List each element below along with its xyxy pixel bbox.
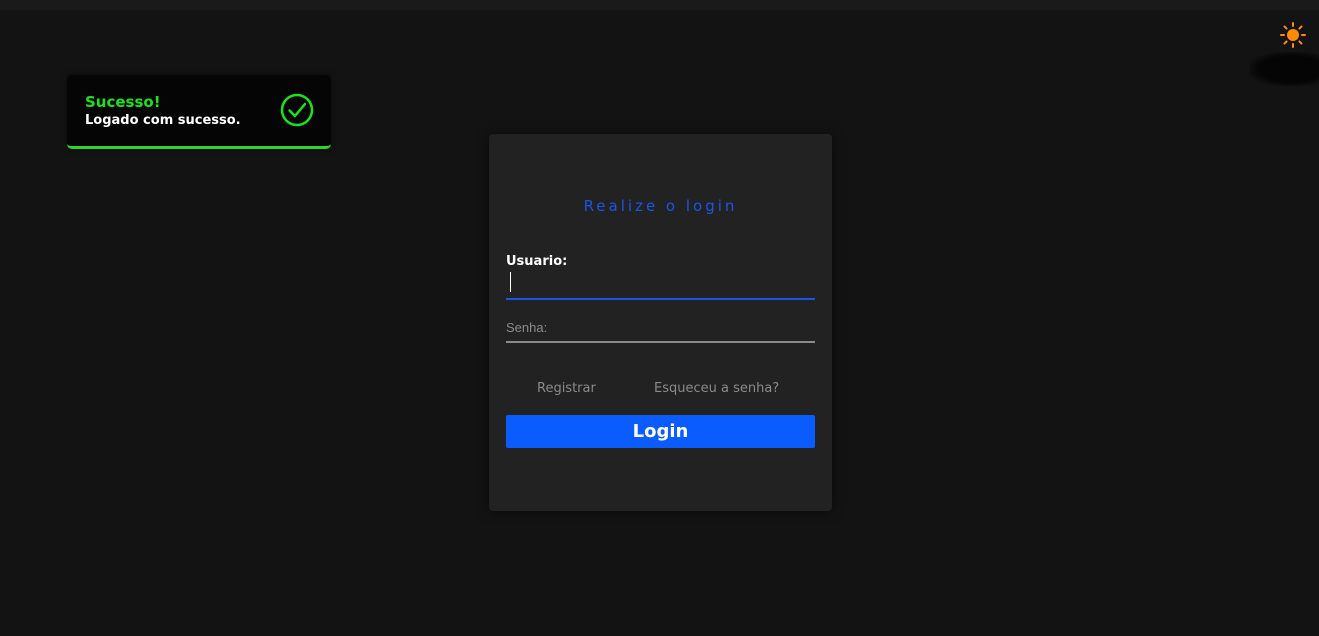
- toast-message: Logado com sucesso.: [85, 113, 241, 128]
- check-circle-icon: [280, 93, 314, 127]
- login-button[interactable]: Login: [506, 415, 815, 448]
- sun-icon: [1280, 22, 1306, 48]
- username-input[interactable]: [506, 270, 815, 300]
- forgot-password-link[interactable]: Esqueceu a senha?: [654, 381, 779, 396]
- login-title: Realize o login: [583, 197, 738, 215]
- password-input[interactable]: [506, 314, 815, 343]
- text-cursor: [510, 272, 511, 292]
- corner-shadow: [1250, 52, 1319, 86]
- success-toast: Sucesso! Logado com sucesso.: [67, 75, 331, 149]
- top-bar: [0, 0, 1319, 10]
- toast-title: Sucesso!: [85, 93, 161, 111]
- login-card: Realize o login Usuario: Registrar Esque…: [489, 134, 832, 511]
- register-link[interactable]: Registrar: [537, 381, 596, 396]
- username-label: Usuario:: [506, 254, 568, 269]
- theme-toggle-button[interactable]: [1278, 20, 1308, 50]
